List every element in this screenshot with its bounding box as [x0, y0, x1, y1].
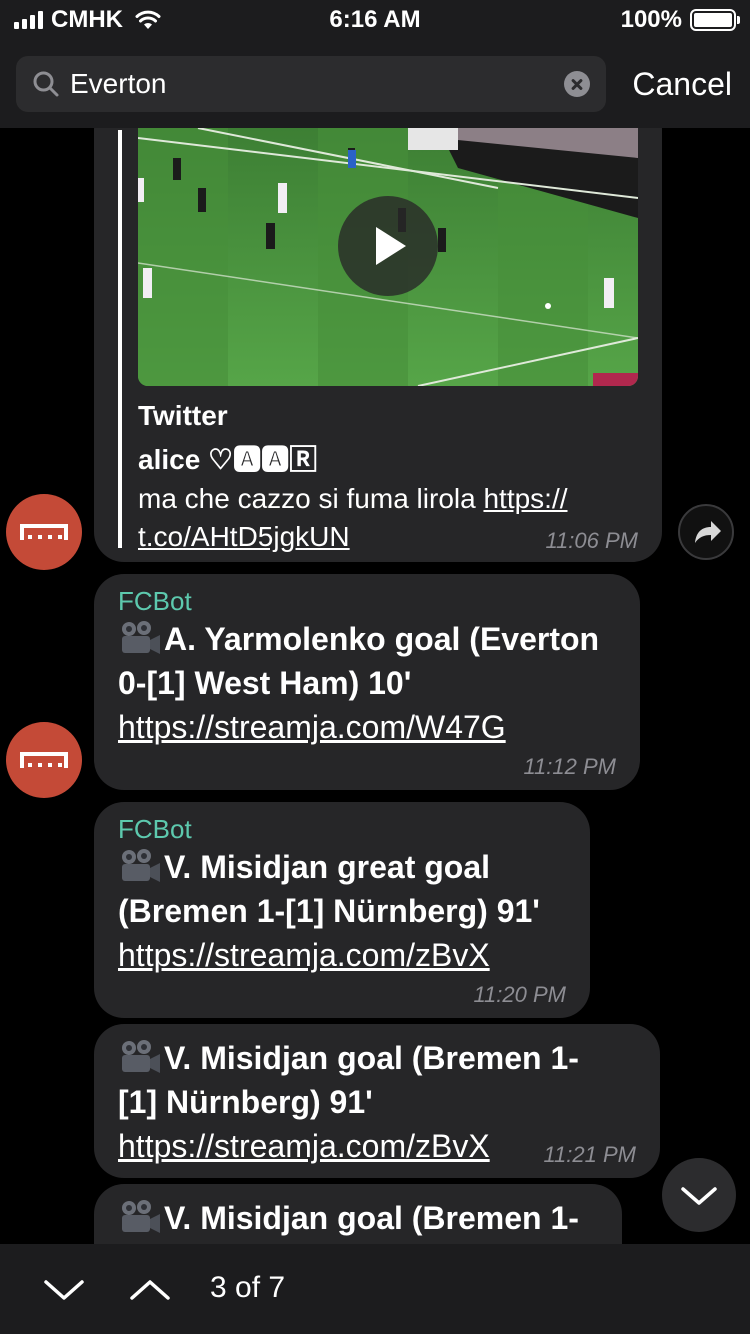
- message-line-2: [1] Nürnberg) 91': [118, 1084, 373, 1120]
- message-line-1: V. Misidjan goal (Bremen 1-: [164, 1200, 579, 1236]
- clear-search-icon[interactable]: [564, 71, 590, 97]
- message-bubble[interactable]: V. Misidjan goal (Bremen 1- [1] Nürnberg…: [94, 1024, 660, 1178]
- tweet-text: ma che cazzo si fuma lirola: [138, 483, 476, 514]
- chevron-down-icon: [681, 1187, 717, 1205]
- message-time: 11:21 PM: [543, 1142, 636, 1167]
- share-arrow-icon: [695, 521, 721, 543]
- search-bar: Cancel: [0, 40, 750, 128]
- play-icon[interactable]: [338, 196, 438, 296]
- sender-name: FCBot: [118, 586, 192, 616]
- link-preview-accent-bar: [118, 130, 122, 548]
- movie-camera-icon: [122, 849, 160, 882]
- message-time: 11:20 PM: [473, 982, 566, 1007]
- message-line-1: V. Misidjan great goal: [164, 849, 491, 885]
- message-link[interactable]: https://streamja.com/zBvX: [118, 933, 590, 977]
- message-text: V. Misidjan goal (Bremen 1- [1] Nürnberg…: [118, 1036, 660, 1124]
- message-text: A. Yarmolenko goal (Everton 0-[1] West H…: [118, 617, 640, 705]
- next-result-chevron-down-icon[interactable]: [40, 1268, 88, 1308]
- status-right: 100%: [620, 6, 740, 34]
- scroll-down-button[interactable]: [662, 1158, 736, 1232]
- movie-camera-icon: [122, 621, 160, 654]
- message-time: 11:06 PM: [545, 528, 638, 553]
- cancel-button[interactable]: Cancel: [632, 40, 732, 128]
- message-bubble[interactable]: FCBot V. Misidjan great goal (Bremen 1-[…: [94, 802, 590, 1018]
- message-line-2: 0-[1] West Ham) 10': [118, 665, 412, 701]
- message-line-1: A. Yarmolenko goal (Everton: [164, 621, 600, 657]
- battery-percent: 100%: [620, 6, 682, 33]
- message-bubble[interactable]: Twitter alice ♡🅰🅰🅁 ma che cazzo si fuma …: [94, 100, 662, 562]
- message-line-1: V. Misidjan goal (Bremen 1-: [164, 1040, 579, 1076]
- sender-name: FCBot: [118, 814, 192, 844]
- message-text: V. Misidjan goal (Bremen 1-: [118, 1196, 622, 1240]
- avatar[interactable]: [6, 722, 82, 798]
- status-bar: CMHK 6:16 AM 100%: [0, 0, 750, 40]
- movie-camera-icon: [122, 1040, 160, 1073]
- tweet-link-part1[interactable]: https://: [483, 483, 567, 514]
- video-thumbnail[interactable]: [138, 128, 638, 386]
- avatar[interactable]: [6, 494, 82, 570]
- search-field[interactable]: [16, 56, 606, 112]
- previous-result-chevron-up-icon[interactable]: [126, 1268, 174, 1308]
- message-time: 11:12 PM: [523, 754, 616, 779]
- preview-author: alice ♡🅰🅰🅁: [138, 444, 318, 475]
- search-results-bar: 3 of 7: [0, 1244, 750, 1334]
- battery-icon: [690, 9, 740, 31]
- movie-camera-icon: [122, 1200, 160, 1233]
- result-counter: 3 of 7: [210, 1271, 286, 1304]
- search-input[interactable]: [70, 56, 550, 112]
- message-line-2: (Bremen 1-[1] Nürnberg) 91': [118, 893, 540, 929]
- message-link[interactable]: https://streamja.com/W47G: [118, 705, 640, 749]
- tweet-link-part2[interactable]: t.co/AHtD5jgkUN: [138, 521, 350, 552]
- share-button[interactable]: [678, 504, 734, 560]
- search-icon: [33, 71, 59, 97]
- preview-source: Twitter: [138, 400, 228, 431]
- message-text: V. Misidjan great goal (Bremen 1-[1] Nür…: [118, 845, 590, 933]
- message-bubble[interactable]: FCBot A. Yarmolenko goal (Everton 0-[1] …: [94, 574, 640, 790]
